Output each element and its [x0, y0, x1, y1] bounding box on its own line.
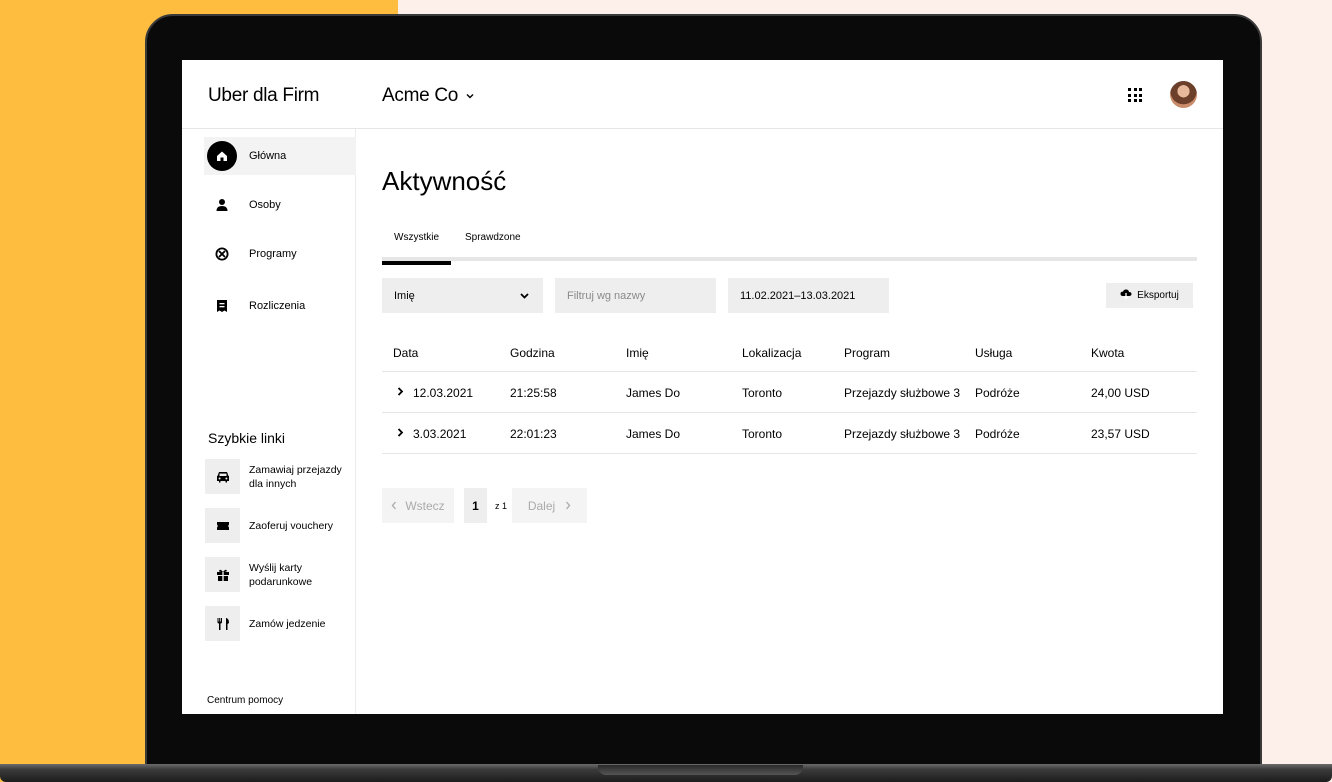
sidebar-item-billing[interactable]: Rozliczenia — [204, 287, 356, 325]
name-filter-select[interactable]: Imię — [382, 278, 543, 313]
program-icon — [207, 239, 237, 269]
help-center-link[interactable]: Centrum pomocy — [207, 695, 283, 706]
quick-link-label: Zaoferuj vouchery — [249, 519, 334, 532]
cell-amount: 24,00 USD — [1091, 386, 1150, 400]
column-header-service[interactable]: Usługa — [975, 346, 1012, 360]
column-header-time[interactable]: Godzina — [510, 346, 555, 360]
pagination-current-page[interactable]: 1 — [464, 488, 487, 523]
tab-all[interactable]: Wszystkie — [382, 232, 451, 265]
cell-time: 21:25:58 — [510, 386, 557, 400]
cell-name: James Do — [626, 427, 681, 441]
column-header-name[interactable]: Imię — [626, 346, 649, 360]
sidebar-item-label: Osoby — [249, 199, 281, 211]
tab-bar: Wszystkie Sprawdzone — [382, 228, 1197, 265]
gift-icon — [205, 557, 240, 592]
chevron-right-icon — [565, 499, 571, 513]
receipt-icon — [207, 291, 237, 321]
column-header-program[interactable]: Program — [844, 346, 890, 360]
person-icon — [207, 190, 237, 220]
quick-link-order-rides[interactable]: Zamawiaj przejazdy dla innych — [205, 459, 355, 494]
home-icon — [207, 141, 237, 171]
column-header-date[interactable]: Data — [393, 346, 418, 360]
sidebar-item-label: Główna — [249, 150, 287, 162]
export-button[interactable]: Eksportuj — [1106, 283, 1193, 308]
quick-link-order-food[interactable]: Zamów jedzenie — [205, 606, 355, 641]
car-icon — [205, 459, 240, 494]
quick-link-vouchers[interactable]: Zaoferuj vouchery — [205, 508, 355, 543]
chevron-right-icon[interactable] — [397, 385, 404, 399]
quick-links-title: Szybkie linki — [208, 430, 286, 446]
sidebar: Główna Osoby Programy Rozliczenia Szybki… — [182, 129, 356, 714]
cell-location: Toronto — [742, 386, 783, 400]
pagination-next-label: Dalej — [527, 498, 556, 513]
sidebar-item-home[interactable]: Główna — [204, 137, 356, 175]
sidebar-item-label: Programy — [249, 248, 297, 260]
laptop-notch — [598, 765, 803, 775]
brand-logo[interactable]: Uber dla Firm — [208, 85, 319, 107]
tab-reviewed[interactable]: Sprawdzone — [465, 232, 521, 261]
chevron-left-icon — [391, 499, 397, 513]
pagination-total: z 1 — [494, 500, 507, 511]
export-label: Eksportuj — [1137, 290, 1179, 301]
quick-link-label: Zamawiaj przejazdy dla innych — [249, 463, 342, 490]
quick-link-label: Wyślij karty podarunkowe — [249, 561, 313, 588]
table-header: Data Godzina Imię Lokalizacja Program Us… — [382, 332, 1197, 372]
avatar[interactable] — [1170, 81, 1197, 108]
organization-name: Acme Co — [382, 85, 459, 106]
cell-amount: 23,57 USD — [1091, 427, 1150, 441]
chevron-down-icon — [466, 90, 474, 102]
table-row[interactable]: 3.03.2021 22:01:23 James Do Toronto Prze… — [382, 413, 1197, 454]
cell-service: Podróże — [975, 386, 1020, 400]
date-range-picker[interactable]: 11.02.2021–13.03.2021 — [728, 278, 889, 313]
page-title: Aktywność — [382, 166, 507, 196]
sidebar-item-programs[interactable]: Programy — [204, 235, 356, 273]
pagination-next-button[interactable]: Dalej — [512, 488, 587, 523]
chevron-right-icon[interactable] — [397, 426, 404, 440]
ticket-icon — [205, 508, 240, 543]
quick-link-gift-cards[interactable]: Wyślij karty podarunkowe — [205, 557, 355, 592]
column-header-location[interactable]: Lokalizacja — [742, 346, 801, 360]
cell-location: Toronto — [742, 427, 783, 441]
cell-date: 12.03.2021 — [413, 386, 474, 400]
organization-switcher[interactable]: Acme Co — [382, 85, 474, 107]
cell-program: Przejazdy służbowe 3 — [844, 427, 961, 441]
sidebar-item-label: Rozliczenia — [249, 300, 306, 312]
top-bar: Uber dla Firm Acme Co — [182, 60, 1223, 129]
search-input[interactable]: Filtruj wg nazwy — [555, 278, 716, 313]
column-header-amount[interactable]: Kwota — [1091, 346, 1124, 360]
table-row[interactable]: 12.03.2021 21:25:58 James Do Toronto Prz… — [382, 372, 1197, 413]
apps-grid-icon[interactable] — [1128, 88, 1142, 102]
cutlery-icon — [205, 606, 240, 641]
cell-service: Podróże — [975, 427, 1020, 441]
cloud-download-icon — [1120, 289, 1132, 302]
cell-name: James Do — [626, 386, 681, 400]
chevron-down-icon — [520, 290, 529, 302]
sidebar-item-people[interactable]: Osoby — [204, 186, 356, 224]
app-screen: Uber dla Firm Acme Co Główna Osoby Progr… — [182, 60, 1223, 714]
select-value: Imię — [394, 289, 415, 302]
cell-program: Przejazdy służbowe 3 — [844, 386, 961, 400]
quick-link-label: Zamów jedzenie — [249, 617, 326, 630]
pagination-prev-button[interactable]: Wstecz — [382, 488, 454, 523]
cell-date: 3.03.2021 — [413, 427, 467, 441]
cell-time: 22:01:23 — [510, 427, 557, 441]
pagination-prev-label: Wstecz — [405, 498, 445, 513]
